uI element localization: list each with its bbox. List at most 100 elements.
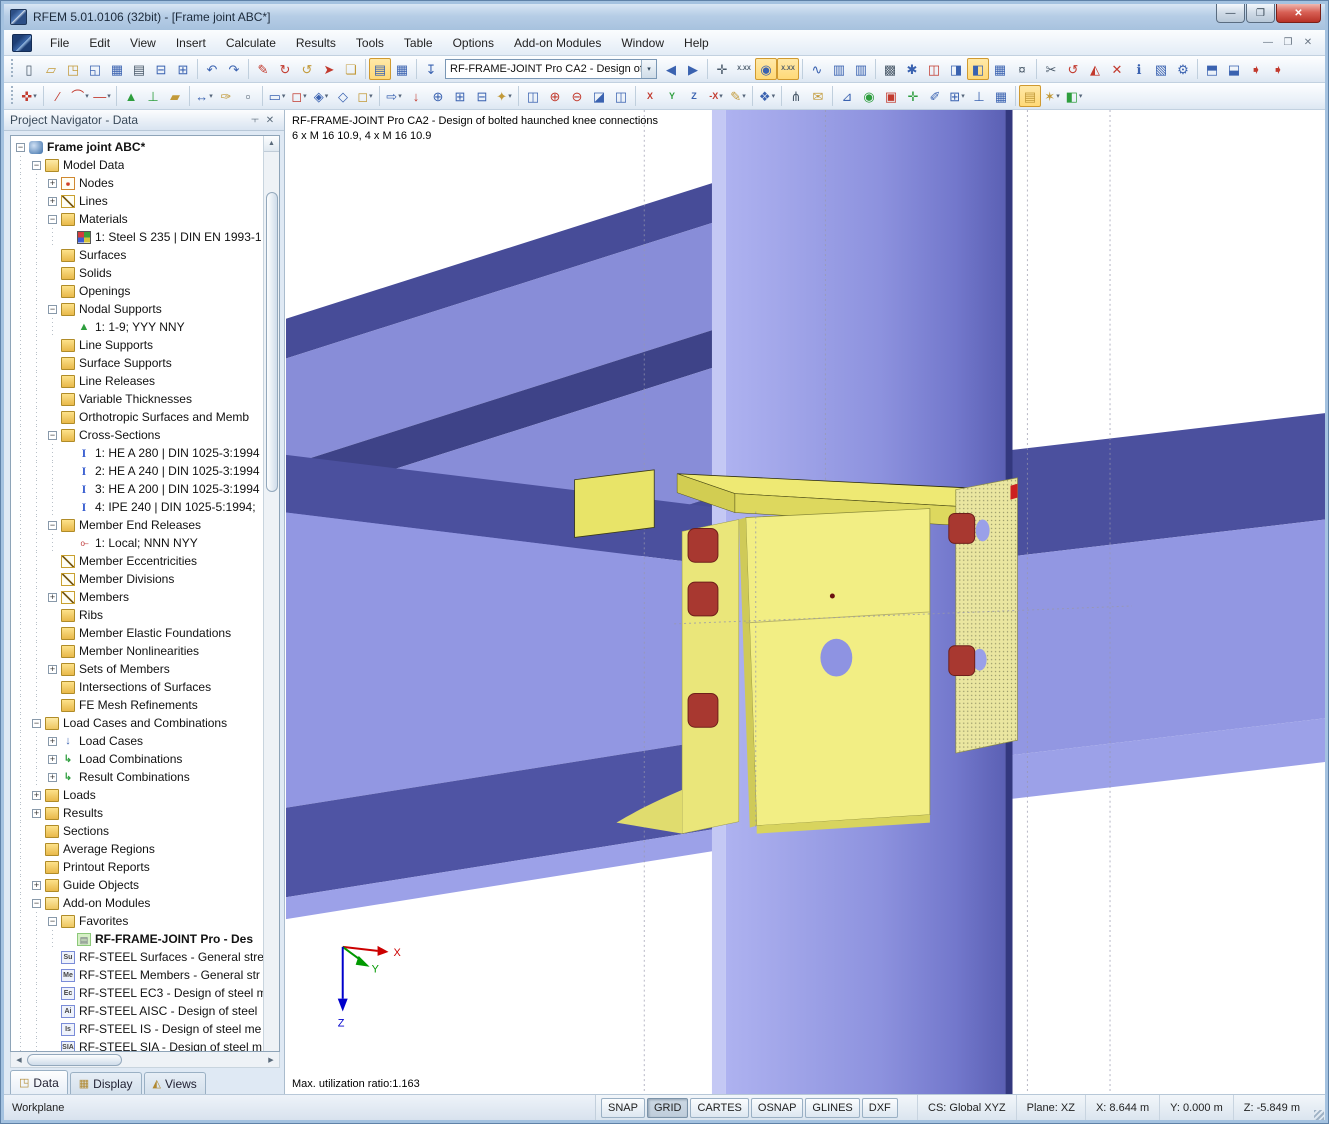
expand-icon[interactable]: + xyxy=(48,755,57,764)
toolbar-edit-button-measure[interactable]: ⋔ xyxy=(785,85,807,107)
tree-item-intersections-of-surfaces[interactable]: Intersections of Surfaces xyxy=(13,678,263,696)
statusbar-toggle-dxf[interactable]: DXF xyxy=(862,1098,898,1118)
collapse-icon[interactable]: − xyxy=(48,521,57,530)
tab-data[interactable]: ◳Data xyxy=(10,1070,68,1094)
tree-item-surface-supports[interactable]: Surface Supports xyxy=(13,354,263,372)
dropdown-arrow-icon[interactable]: ▾ xyxy=(508,92,512,100)
dropdown-arrow-icon[interactable]: ▾ xyxy=(369,92,373,100)
toolbar-main-button-generators[interactable]: ⚙ xyxy=(1172,58,1194,80)
toolbar-edit-button-new-surface[interactable]: ▰ xyxy=(164,85,186,107)
collapse-icon[interactable]: − xyxy=(32,161,41,170)
menu-insert[interactable]: Insert xyxy=(166,32,216,54)
toolbar-main-button-display-mode-1[interactable]: ◫ xyxy=(923,58,945,80)
tree-item-surfaces[interactable]: Surfaces xyxy=(13,246,263,264)
toolbar-edit-button-load-generator[interactable]: ✦▾ xyxy=(493,85,515,107)
toolbar-edit-button-workplane-settings[interactable]: ✎▾ xyxy=(727,85,749,107)
toolbar-main-button-edit-polyline[interactable]: ✎ xyxy=(252,58,274,80)
toolbar-edit-button-select[interactable]: ▭▾ xyxy=(266,85,288,107)
dropdown-arrow-icon[interactable]: ▾ xyxy=(719,92,723,100)
tree-item-model-data[interactable]: −Model Data xyxy=(13,156,263,174)
toolbar-edit-button-new-arc[interactable]: ⌒▾ xyxy=(69,85,91,107)
horizontal-scroll-thumb[interactable] xyxy=(27,1054,122,1066)
dropdown-arrow-icon[interactable]: ▾ xyxy=(303,92,307,100)
minimize-button[interactable]: — xyxy=(1216,4,1245,23)
tree-item-member-nonlinearities[interactable]: Member Nonlinearities xyxy=(13,642,263,660)
tree-item-loads[interactable]: +Loads xyxy=(13,786,263,804)
tree-item-solids[interactable]: Solids xyxy=(13,264,263,282)
tree-item-orthotropic-surfaces-and-memb[interactable]: Orthotropic Surfaces and Memb xyxy=(13,408,263,426)
statusbar-toggle-snap[interactable]: SNAP xyxy=(601,1098,645,1118)
toolbar-edit-button-new-node[interactable]: ✜▾ xyxy=(18,85,40,107)
toolbar-edit-button-dimension[interactable]: ↔▾ xyxy=(193,85,215,107)
toolbar-edit-button-view-y[interactable]: Y xyxy=(661,85,683,107)
expand-icon[interactable]: + xyxy=(48,737,57,746)
mdi-restore-icon[interactable]: ❐ xyxy=(1281,37,1295,48)
right-beam[interactable] xyxy=(1013,413,1325,799)
toolbar-edit-button-new-line[interactable]: ∕ xyxy=(47,85,69,107)
menu-table[interactable]: Table xyxy=(394,32,443,54)
tree-item-rf-steel-sia-design-of-steel-m[interactable]: SIARF-STEEL SIA - Design of steel m xyxy=(13,1038,263,1051)
expand-icon[interactable]: + xyxy=(32,791,41,800)
toolbar-main-button-save-project[interactable]: ◱ xyxy=(84,58,106,80)
expand-icon[interactable]: + xyxy=(48,665,57,674)
toolbar-main-button-show-results[interactable]: ◉ xyxy=(755,58,777,80)
menu-edit[interactable]: Edit xyxy=(79,32,120,54)
toolbar-main-button-print-graphic-1[interactable]: ⬒ xyxy=(1201,58,1223,80)
toolbar-main-button-result-values-flag[interactable]: X.XX xyxy=(733,58,755,80)
tree-item-cross-sections[interactable]: −Cross-Sections xyxy=(13,426,263,444)
dropdown-arrow-icon[interactable]: ▾ xyxy=(107,92,111,100)
toolbar-edit-button-generate-objects[interactable]: ⇨▾ xyxy=(383,85,405,107)
tree-item-sets-of-members[interactable]: +Sets of Members xyxy=(13,660,263,678)
toolbar-main-button-printout-report[interactable]: ▤ xyxy=(128,58,150,80)
toolbar-main-button-open-file[interactable]: ▱ xyxy=(40,58,62,80)
module-selector-arrow-icon[interactable]: ▾ xyxy=(641,60,656,78)
toolbar-edit-button-dimension-xx[interactable]: ✑ xyxy=(215,85,237,107)
tree-item-openings[interactable]: Openings xyxy=(13,282,263,300)
mdi-minimize-icon[interactable]: — xyxy=(1261,37,1275,48)
vertical-scroll-thumb[interactable] xyxy=(266,192,278,492)
toolbar-edit-button-zoom-out[interactable]: ⊖ xyxy=(566,85,588,107)
toolbar-main-button-redo[interactable]: ↷ xyxy=(223,58,245,80)
toolbar-edit-button-color-scale[interactable]: ◧▾ xyxy=(1063,85,1085,107)
tree-item-1-local-nnn-nyy[interactable]: o–1: Local; NNN NYY xyxy=(13,534,263,552)
toolbar-main-button-mirror[interactable]: ◭ xyxy=(1084,58,1106,80)
dropdown-arrow-icon[interactable]: ▾ xyxy=(398,92,402,100)
toolbar-main-button-result-beams[interactable]: ∿ xyxy=(806,58,828,80)
toolbar-main-button-table-manager[interactable]: ▦ xyxy=(391,58,413,80)
dropdown-arrow-icon[interactable]: ▾ xyxy=(85,92,89,100)
tree-item-line-supports[interactable]: Line Supports xyxy=(13,336,263,354)
dropdown-arrow-icon[interactable]: ▾ xyxy=(961,92,965,100)
toolbar-edit-button-view-isometric[interactable]: ◪ xyxy=(588,85,610,107)
pin-icon[interactable]: ⊦ xyxy=(249,112,260,128)
tree-item-1-steel-s-235-din-en-1993-1[interactable]: 1: Steel S 235 | DIN EN 1993-1 xyxy=(13,228,263,246)
toolbar-edit-button-new-load-case[interactable]: ⊕ xyxy=(427,85,449,107)
tab-views[interactable]: ◭Views xyxy=(144,1072,206,1094)
toolbar-main-button-pick-object[interactable]: ➤ xyxy=(318,58,340,80)
menu-add-on-modules[interactable]: Add-on Modules xyxy=(504,32,611,54)
toolbar-main-button-fe-mesh-settings[interactable]: ✱ xyxy=(901,58,923,80)
toolbar-edit-button-window-layout[interactable]: ⊞▾ xyxy=(946,85,968,107)
collapse-icon[interactable]: − xyxy=(48,917,57,926)
collapse-icon[interactable]: − xyxy=(48,215,57,224)
toolbar-edit-button-new-member-hinge[interactable]: ⊥ xyxy=(142,85,164,107)
tree-item-results[interactable]: +Results xyxy=(13,804,263,822)
menu-window[interactable]: Window xyxy=(611,32,674,54)
tree-item-rf-steel-is-design-of-steel-me[interactable]: IsRF-STEEL IS - Design of steel me xyxy=(13,1020,263,1038)
tree-item-3-he-a-200-din-1025-3-1994[interactable]: I3: HE A 200 | DIN 1025-3:1994 xyxy=(13,480,263,498)
tree-item-average-regions[interactable]: Average Regions xyxy=(13,840,263,858)
restore-button[interactable]: ❐ xyxy=(1246,4,1275,23)
toolbar-edit-button-new-load[interactable]: ↓ xyxy=(405,85,427,107)
tree-item-rf-steel-members-general-str[interactable]: MeRF-STEEL Members - General str xyxy=(13,966,263,984)
toolbar-edit-button-results-surfaces[interactable]: ◉ xyxy=(858,85,880,107)
tree-item-members[interactable]: +Members xyxy=(13,588,263,606)
toolbar-main-button-info[interactable]: ℹ xyxy=(1128,58,1150,80)
tree-horizontal-scrollbar[interactable]: ◀ ▶ xyxy=(10,1052,280,1068)
tree-item-fe-mesh-refinements[interactable]: FE Mesh Refinements xyxy=(13,696,263,714)
toolbar-main-button-forward[interactable]: ▶ xyxy=(682,58,704,80)
toolbar-edit-button-zoom-in[interactable]: ⊕ xyxy=(544,85,566,107)
tree-item-4-ipe-240-din-1025-5-1994[interactable]: I4: IPE 240 | DIN 1025-5:1994; xyxy=(13,498,263,516)
tree-item-member-divisions[interactable]: Member Divisions xyxy=(13,570,263,588)
expand-icon[interactable]: + xyxy=(48,197,57,206)
tree-item-rf-steel-ec3-design-of-steel-m[interactable]: EcRF-STEEL EC3 - Design of steel m xyxy=(13,984,263,1002)
toolbar-main-button-undo[interactable]: ↶ xyxy=(201,58,223,80)
